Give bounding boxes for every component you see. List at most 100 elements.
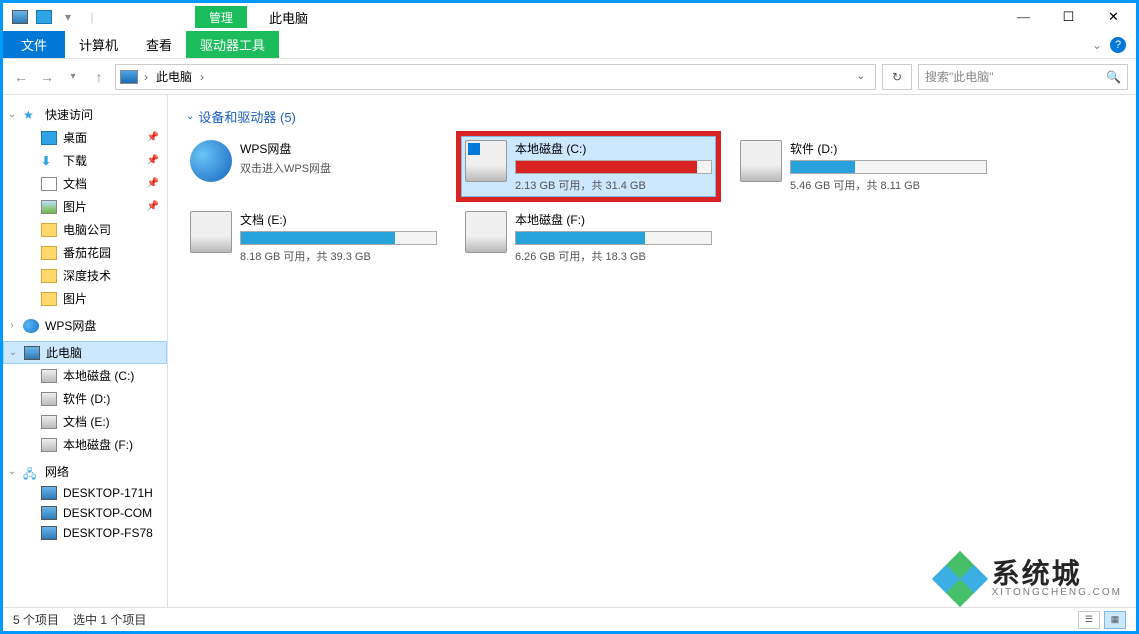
ribbon-expand-icon[interactable]: ⌄ bbox=[1092, 38, 1102, 52]
pin-icon: 📌 bbox=[147, 201, 159, 212]
app-icon bbox=[9, 6, 31, 28]
ribbon-tab-drive-tools[interactable]: 驱动器工具 bbox=[186, 31, 279, 58]
sidebar-item-label: 本地磁盘 (F:) bbox=[63, 436, 133, 453]
download-icon: ⬇ bbox=[41, 154, 57, 168]
section-header[interactable]: ⌄ 设备和驱动器 (5) bbox=[186, 107, 1118, 126]
qat-item[interactable]: ▾ bbox=[57, 6, 79, 28]
qat-separator: | bbox=[81, 6, 103, 28]
drive-name: 文档 (E:) bbox=[240, 211, 437, 228]
drive-item[interactable]: WPS网盘双击进入WPS网盘 bbox=[186, 136, 441, 197]
forward-button[interactable]: → bbox=[37, 69, 57, 85]
sidebar-quick-access[interactable]: ⌄ ★ 快速访问 bbox=[3, 103, 167, 126]
sidebar-item-label: 电脑公司 bbox=[63, 221, 111, 238]
pin-icon: 📌 bbox=[147, 132, 159, 143]
chevron-icon[interactable]: › bbox=[142, 70, 150, 84]
window-title: 此电脑 bbox=[269, 8, 308, 27]
chevron-icon[interactable]: › bbox=[198, 70, 206, 84]
sidebar-this-pc[interactable]: ⌄ 此电脑 bbox=[3, 341, 167, 364]
sidebar-network-item[interactable]: DESKTOP-COM bbox=[3, 503, 167, 523]
view-details-button[interactable]: ☰ bbox=[1078, 611, 1100, 629]
sidebar-item[interactable]: 电脑公司 bbox=[3, 218, 167, 241]
sidebar-drive-item[interactable]: 软件 (D:) bbox=[3, 387, 167, 410]
sidebar-item-label: 文档 bbox=[63, 175, 87, 192]
sidebar-drive-item[interactable]: 本地磁盘 (C:) bbox=[3, 364, 167, 387]
drive-capacity-text: 8.18 GB 可用，共 39.3 GB bbox=[240, 248, 437, 264]
sidebar-wps[interactable]: › WPS网盘 bbox=[3, 314, 167, 337]
sidebar-item[interactable]: ⬇ 下载 📌 bbox=[3, 149, 167, 172]
disk-icon bbox=[190, 211, 232, 253]
search-box[interactable]: 搜索"此电脑" 🔍 bbox=[918, 64, 1128, 90]
folder-icon bbox=[41, 246, 57, 260]
doc-icon bbox=[41, 177, 57, 191]
drive-item[interactable]: 本地磁盘 (F:)6.26 GB 可用，共 18.3 GB bbox=[461, 207, 716, 268]
up-button[interactable]: ↑ bbox=[89, 69, 109, 85]
ribbon-tab-file[interactable]: 文件 bbox=[3, 31, 65, 58]
drive-item[interactable]: 软件 (D:)5.46 GB 可用，共 8.11 GB bbox=[736, 136, 991, 197]
minimize-button[interactable]: — bbox=[1001, 3, 1046, 31]
sidebar-item[interactable]: 文档📌 bbox=[3, 172, 167, 195]
wps-icon bbox=[190, 140, 232, 182]
recent-dropdown[interactable]: ▾ bbox=[63, 71, 83, 82]
capacity-bar bbox=[240, 231, 437, 245]
folder-icon bbox=[41, 269, 57, 283]
address-segment[interactable]: 此电脑 bbox=[154, 68, 194, 85]
drive-icon bbox=[41, 369, 57, 383]
maximize-button[interactable]: ☐ bbox=[1046, 3, 1091, 31]
sidebar-item-label: 文档 (E:) bbox=[63, 413, 110, 430]
expand-toggle-icon[interactable]: ⌄ bbox=[7, 466, 17, 477]
quick-access-toolbar: ▾ | bbox=[3, 6, 103, 28]
sidebar-item[interactable]: 深度技术 bbox=[3, 264, 167, 287]
close-button[interactable]: ✕ bbox=[1091, 3, 1136, 31]
help-icon[interactable]: ? bbox=[1110, 37, 1126, 53]
sidebar-label: WPS网盘 bbox=[45, 317, 96, 334]
drive-icon bbox=[41, 392, 57, 406]
sidebar-drive-item[interactable]: 本地磁盘 (F:) bbox=[3, 433, 167, 456]
sidebar-network-item[interactable]: DESKTOP-171H bbox=[3, 483, 167, 503]
sidebar-item[interactable]: 番茄花园 bbox=[3, 241, 167, 264]
drive-name: WPS网盘 bbox=[240, 140, 437, 157]
expand-toggle-icon[interactable]: ⌄ bbox=[7, 109, 17, 120]
search-placeholder: 搜索"此电脑" bbox=[925, 68, 994, 85]
network-icon: 🖧 bbox=[23, 465, 39, 479]
sidebar-label: 网络 bbox=[45, 463, 69, 480]
capacity-bar bbox=[515, 231, 712, 245]
pc-icon bbox=[120, 70, 138, 84]
network-pc-icon bbox=[41, 486, 57, 500]
back-button[interactable]: ← bbox=[11, 69, 31, 85]
ribbon-tab-computer[interactable]: 计算机 bbox=[65, 31, 132, 58]
expand-toggle-icon[interactable]: › bbox=[7, 320, 17, 331]
sidebar-network[interactable]: ⌄ 🖧 网络 bbox=[3, 460, 167, 483]
sidebar-item-label: 深度技术 bbox=[63, 267, 111, 284]
drive-icon bbox=[41, 438, 57, 452]
expand-toggle-icon[interactable]: ⌄ bbox=[8, 347, 18, 358]
sidebar-drive-item[interactable]: 文档 (E:) bbox=[3, 410, 167, 433]
drive-capacity-text: 6.26 GB 可用，共 18.3 GB bbox=[515, 248, 712, 264]
drive-item[interactable]: 文档 (E:) 8.18 GB 可用，共 39.3 GB bbox=[186, 207, 441, 268]
address-bar[interactable]: › 此电脑 › ⌄ bbox=[115, 64, 876, 90]
disk-icon bbox=[740, 140, 782, 182]
address-dropdown-icon[interactable]: ⌄ bbox=[857, 71, 865, 82]
drive-item[interactable]: 本地磁盘 (C:)2.13 GB 可用，共 31.4 GB bbox=[461, 136, 716, 197]
collapse-caret-icon[interactable]: ⌄ bbox=[186, 111, 194, 122]
drive-icon bbox=[41, 415, 57, 429]
refresh-button[interactable]: ↻ bbox=[882, 64, 912, 90]
sidebar-item[interactable]: 图片📌 bbox=[3, 195, 167, 218]
main-area: ⌄ ★ 快速访问 桌面📌⬇下载📌文档📌图片📌电脑公司番茄花园深度技术图片 › W… bbox=[3, 95, 1136, 607]
ribbon-tab-view[interactable]: 查看 bbox=[132, 31, 186, 58]
sidebar-label: 快速访问 bbox=[45, 106, 93, 123]
network-pc-icon bbox=[41, 506, 57, 520]
view-tiles-button[interactable]: ▦ bbox=[1104, 611, 1126, 629]
sidebar-item-label: 下载 bbox=[63, 152, 87, 169]
sidebar-item[interactable]: 桌面📌 bbox=[3, 126, 167, 149]
qat-item[interactable] bbox=[33, 6, 55, 28]
capacity-bar bbox=[790, 160, 987, 174]
window-controls: — ☐ ✕ bbox=[1001, 3, 1136, 31]
sidebar-network-item[interactable]: DESKTOP-FS78 bbox=[3, 523, 167, 543]
pin-icon: 📌 bbox=[147, 155, 159, 166]
sidebar-item-label: 番茄花园 bbox=[63, 244, 111, 261]
sidebar-item-label: DESKTOP-FS78 bbox=[63, 526, 153, 540]
disk-icon bbox=[465, 140, 507, 182]
folder-icon bbox=[41, 223, 57, 237]
drive-capacity-text: 5.46 GB 可用，共 8.11 GB bbox=[790, 177, 987, 193]
sidebar-item[interactable]: 图片 bbox=[3, 287, 167, 310]
